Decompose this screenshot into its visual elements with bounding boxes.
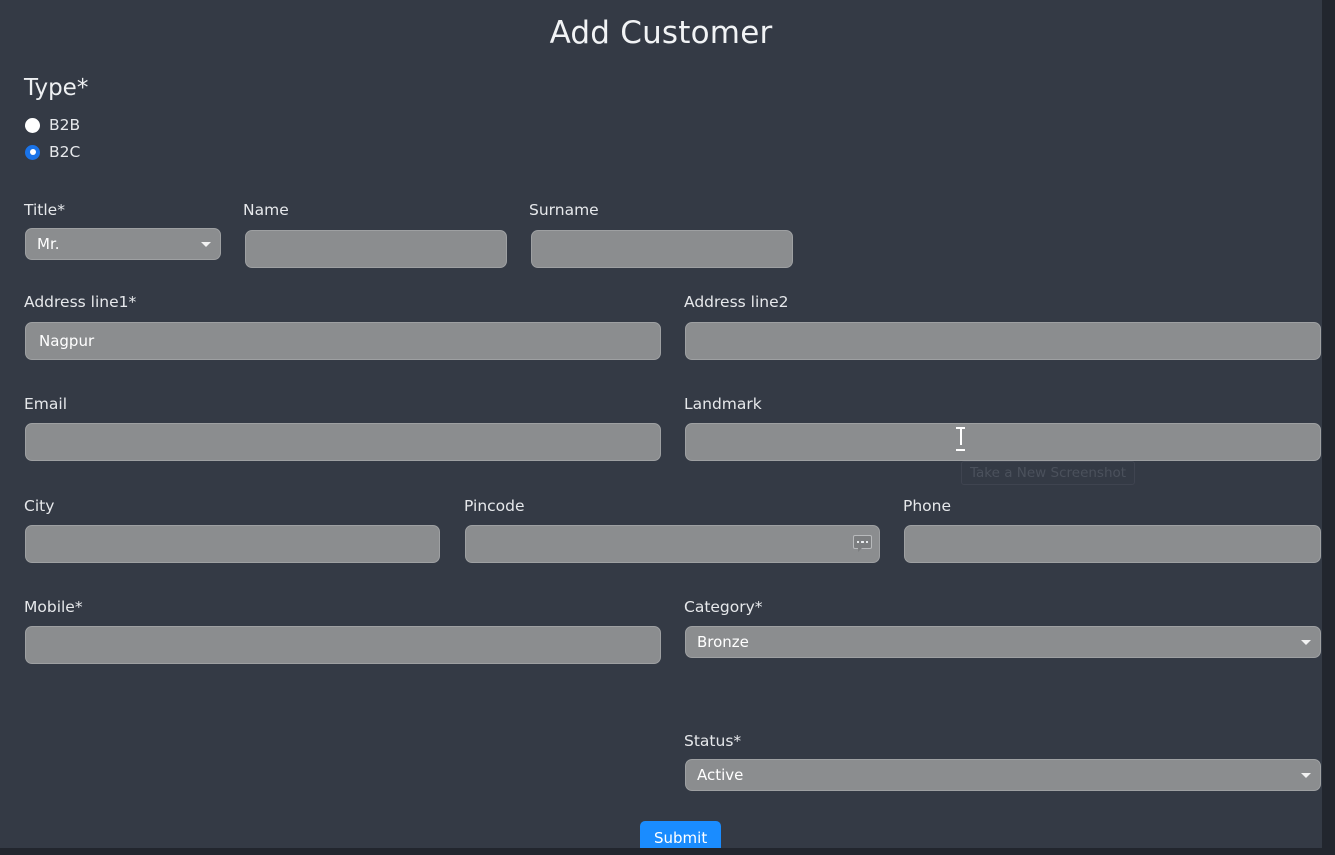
label-name: Name: [243, 201, 289, 219]
label-mobile: Mobile*: [24, 598, 83, 616]
text-cursor-icon: [956, 427, 965, 451]
type-group-label: Type*: [24, 75, 89, 101]
select-status[interactable]: Active: [685, 759, 1321, 791]
chevron-down-icon: [201, 242, 211, 247]
page-title: Add Customer: [549, 15, 773, 51]
input-address-line2[interactable]: [685, 322, 1321, 360]
input-pincode[interactable]: [465, 525, 880, 563]
radio-option-b2c[interactable]: B2C: [25, 143, 80, 161]
radio-circle-b2b[interactable]: [25, 117, 40, 133]
input-phone[interactable]: [904, 525, 1321, 563]
chevron-down-icon: [1301, 773, 1311, 778]
input-name[interactable]: [245, 230, 507, 268]
label-pincode: Pincode: [464, 497, 525, 515]
label-landmark: Landmark: [684, 395, 762, 413]
select-title-value: Mr.: [37, 235, 60, 253]
label-title: Title*: [24, 201, 65, 219]
label-status: Status*: [684, 732, 742, 750]
label-phone: Phone: [903, 497, 952, 515]
select-category[interactable]: Bronze: [685, 626, 1321, 658]
radio-label-b2b: B2B: [49, 116, 81, 134]
select-category-value: Bronze: [697, 633, 749, 651]
label-surname: Surname: [529, 201, 599, 219]
take-new-screenshot-button[interactable]: Take a New Screenshot: [961, 461, 1136, 485]
label-city: City: [24, 497, 55, 515]
label-address-line1: Address line1*: [24, 293, 137, 311]
input-address-line1[interactable]: [25, 322, 661, 360]
radio-option-b2b[interactable]: B2B: [25, 116, 80, 134]
select-status-value: Active: [697, 766, 744, 784]
suggestion-bubble-icon[interactable]: [853, 535, 872, 552]
add-customer-form-page: Add Customer Type* B2B B2C Title* Mr. Na…: [0, 0, 1322, 855]
label-address-line2: Address line2: [684, 293, 789, 311]
radio-circle-b2c[interactable]: [25, 144, 40, 160]
input-email[interactable]: [25, 423, 661, 461]
input-landmark[interactable]: [685, 423, 1321, 461]
select-title[interactable]: Mr.: [25, 228, 221, 260]
input-mobile[interactable]: [25, 626, 661, 664]
input-city[interactable]: [25, 525, 440, 563]
screen: Add Customer Type* B2B B2C Title* Mr. Na…: [0, 0, 1335, 855]
input-surname[interactable]: [531, 230, 793, 268]
bottom-edge-strip: [0, 848, 1335, 855]
radio-label-b2c: B2C: [49, 143, 81, 161]
label-category: Category*: [684, 598, 763, 616]
label-email: Email: [24, 395, 68, 413]
chevron-down-icon: [1301, 640, 1311, 645]
